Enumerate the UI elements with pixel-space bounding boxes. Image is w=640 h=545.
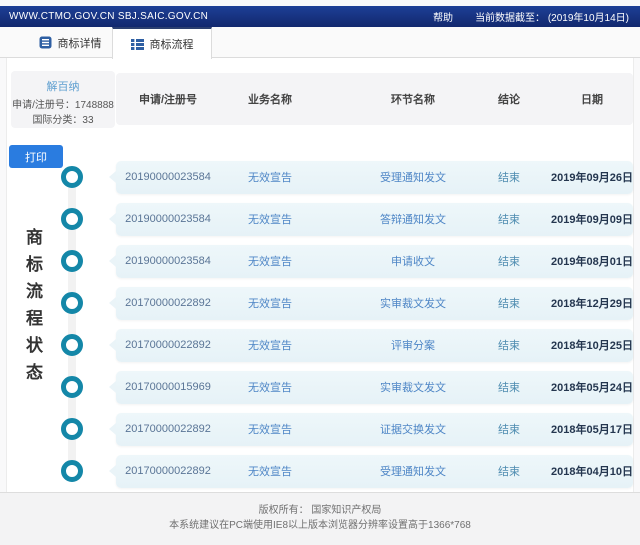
row-step-name: 证据交换发文 bbox=[380, 424, 446, 436]
column-header-step-name: 环节名称 bbox=[391, 94, 435, 106]
row-step-name: 评审分案 bbox=[391, 340, 435, 352]
column-header-conclusion: 结论 bbox=[498, 94, 520, 106]
registration-number: 申请/注册号：1748888 bbox=[12, 100, 114, 111]
row-business-name: 无效宣告 bbox=[248, 298, 292, 310]
tab-label: 商标详情 bbox=[57, 37, 102, 50]
row-app-number: 20170000022892 bbox=[125, 423, 211, 435]
process-row: 20190000023584 无效宣告 答辩通知发文 结束 2019年09月09… bbox=[109, 202, 633, 236]
row-app-number: 20190000023584 bbox=[125, 213, 211, 225]
row-business-name: 无效宣告 bbox=[248, 340, 292, 352]
row-business-name: 无效宣告 bbox=[248, 256, 292, 268]
process-row: 20190000023584 无效宣告 申请收文 结束 2019年08月01日 bbox=[109, 244, 633, 278]
row-date: 2019年09月09日 bbox=[551, 214, 633, 226]
table-header: 申请/注册号 业务名称 环节名称 结论 日期 bbox=[116, 73, 633, 125]
process-row: 20190000023584 无效宣告 受理通知发文 结束 2019年09月26… bbox=[109, 160, 633, 194]
row-date: 2018年04月10日 bbox=[551, 466, 633, 478]
timeline-node bbox=[61, 208, 83, 230]
row-step-name: 受理通知发文 bbox=[380, 172, 446, 184]
row-conclusion: 结束 bbox=[498, 382, 520, 394]
timeline-node bbox=[61, 418, 83, 440]
print-button[interactable]: 打印 bbox=[9, 145, 63, 168]
document-icon bbox=[39, 36, 52, 49]
row-conclusion: 结束 bbox=[498, 256, 520, 268]
tab-trademark-process[interactable]: 商标流程 bbox=[112, 27, 212, 59]
row-app-number: 20170000015969 bbox=[125, 381, 211, 393]
column-header-date: 日期 bbox=[581, 94, 603, 106]
row-conclusion: 结束 bbox=[498, 298, 520, 310]
trademark-name: 解百纳 bbox=[46, 81, 80, 93]
row-business-name: 无效宣告 bbox=[248, 466, 292, 478]
row-app-number: 20190000023584 bbox=[125, 255, 211, 267]
timeline-node bbox=[61, 376, 83, 398]
process-row: 20170000022892 无效宣告 评审分案 结束 2018年10月25日 bbox=[109, 328, 633, 362]
timeline-node bbox=[61, 250, 83, 272]
process-row: 20170000022892 无效宣告 证据交换发文 结束 2018年05月17… bbox=[109, 412, 633, 446]
main-panel: 解百纳 申请/注册号：1748888 国际分类：33 申请/注册号 业务名称 环… bbox=[6, 58, 634, 492]
row-conclusion: 结束 bbox=[498, 340, 520, 352]
row-date: 2018年05月24日 bbox=[551, 382, 633, 394]
timeline-node bbox=[61, 166, 83, 188]
row-conclusion: 结束 bbox=[498, 214, 520, 226]
timeline-node bbox=[61, 292, 83, 314]
process-row: 20170000022892 无效宣告 实审裁文发文 结束 2018年12月29… bbox=[109, 286, 633, 320]
page: WWW.CTMO.GOV.CN SBJ.SAIC.GOV.CN 帮助 当前数据截… bbox=[0, 0, 640, 545]
row-date: 2018年12月29日 bbox=[551, 298, 633, 310]
row-app-number: 20170000022892 bbox=[125, 297, 211, 309]
row-step-name: 实审裁文发文 bbox=[380, 382, 446, 394]
row-step-name: 申请收文 bbox=[391, 256, 435, 268]
row-date: 2019年09月26日 bbox=[551, 172, 633, 184]
column-header-business-name: 业务名称 bbox=[248, 94, 292, 106]
row-conclusion: 结束 bbox=[498, 172, 520, 184]
row-date: 2019年08月01日 bbox=[551, 256, 633, 268]
row-app-number: 20170000022892 bbox=[125, 339, 211, 351]
timeline-node bbox=[61, 334, 83, 356]
row-step-name: 受理通知发文 bbox=[380, 466, 446, 478]
site-url: WWW.CTMO.GOV.CN SBJ.SAIC.GOV.CN bbox=[9, 11, 209, 22]
browser-advice-line: 本系统建议在PC端使用IE8以上版本浏览器分辨率设置高于1366*768 bbox=[169, 520, 471, 531]
row-step-name: 实审裁文发文 bbox=[380, 298, 446, 310]
footer: 版权所有： 国家知识产权局 本系统建议在PC端使用IE8以上版本浏览器分辨率设置… bbox=[0, 492, 640, 545]
tab-bar: 商标详情 商标流程 bbox=[0, 27, 640, 59]
row-date: 2018年10月25日 bbox=[551, 340, 633, 352]
international-class: 国际分类：33 bbox=[32, 115, 94, 126]
trademark-info-card: 解百纳 申请/注册号：1748888 国际分类：33 bbox=[11, 71, 115, 128]
copyright-line: 版权所有： 国家知识产权局 bbox=[258, 505, 382, 516]
help-link[interactable]: 帮助 bbox=[433, 9, 453, 24]
row-business-name: 无效宣告 bbox=[248, 382, 292, 394]
column-header-app-number: 申请/注册号 bbox=[138, 94, 198, 106]
row-step-name: 答辩通知发文 bbox=[380, 214, 446, 226]
row-conclusion: 结束 bbox=[498, 466, 520, 478]
row-date: 2018年05月17日 bbox=[551, 424, 633, 436]
list-icon bbox=[130, 38, 144, 51]
tab-trademark-details[interactable]: 商标详情 bbox=[28, 27, 112, 58]
tab-label: 商标流程 bbox=[149, 39, 194, 51]
row-app-number: 20170000022892 bbox=[125, 465, 211, 477]
row-business-name: 无效宣告 bbox=[248, 424, 292, 436]
process-row: 20170000015969 无效宣告 实审裁文发文 结束 2018年05月24… bbox=[109, 370, 633, 404]
row-app-number: 20190000023584 bbox=[125, 171, 211, 183]
row-conclusion: 结束 bbox=[498, 424, 520, 436]
data-cutoff-date: 当前数据截至： (2019年10月14日) bbox=[475, 13, 629, 24]
row-business-name: 无效宣告 bbox=[248, 172, 292, 184]
process-row: 20170000022892 无效宣告 受理通知发文 结束 2018年04月10… bbox=[109, 454, 633, 488]
row-business-name: 无效宣告 bbox=[248, 214, 292, 226]
topbar: WWW.CTMO.GOV.CN SBJ.SAIC.GOV.CN 帮助 当前数据截… bbox=[0, 6, 640, 27]
timeline-node bbox=[61, 460, 83, 482]
process-status-title: 商标流程状态 bbox=[23, 228, 42, 390]
